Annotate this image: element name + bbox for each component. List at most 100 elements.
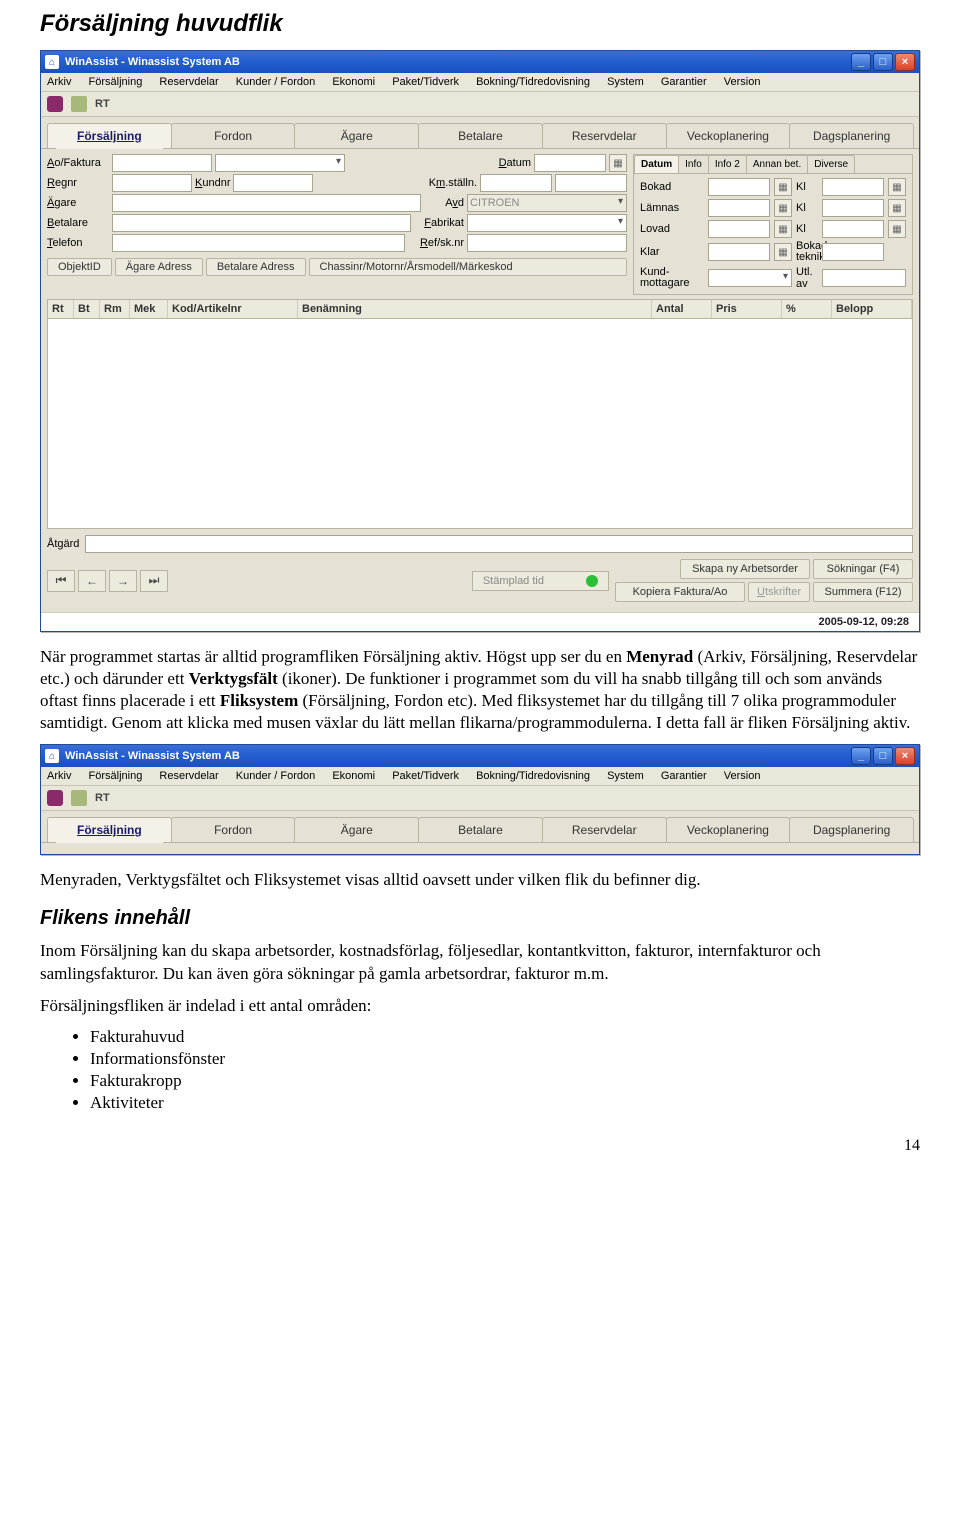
input-kmstalln[interactable] (480, 174, 552, 192)
nav-prev[interactable]: ← (78, 570, 106, 592)
rtab-datum[interactable]: Datum (634, 155, 679, 173)
tab2-reservdelar[interactable]: Reservdelar (542, 817, 667, 842)
menu-system[interactable]: System (607, 76, 644, 88)
input-telefon[interactable] (112, 234, 405, 252)
menu2-garantier[interactable]: Garantier (661, 770, 707, 782)
btn-betalare-adress[interactable]: Betalare Adress (206, 258, 306, 276)
col-rm[interactable]: Rm (100, 300, 130, 318)
rtab-info2[interactable]: Info 2 (708, 155, 747, 173)
calendar-icon[interactable]: ▦ (609, 154, 627, 172)
rtab-info[interactable]: Info (678, 155, 709, 173)
select-fabrikat[interactable] (467, 214, 627, 232)
calendar-icon-lamnas[interactable]: ▦ (774, 199, 792, 217)
select-avd[interactable]: CITROEN (467, 194, 627, 212)
btn-skapa[interactable]: Skapa ny Arbetsorder (680, 559, 810, 579)
menu-kunder[interactable]: Kunder / Fordon (236, 76, 316, 88)
tab-veckoplanering[interactable]: Veckoplanering (666, 123, 791, 148)
close-button[interactable]: × (895, 53, 915, 71)
menu2-ekonomi[interactable]: Ekonomi (332, 770, 375, 782)
tab-forsaljning[interactable]: Försäljning (47, 123, 172, 148)
menu2-kunder[interactable]: Kunder / Fordon (236, 770, 316, 782)
btn-utskrifter[interactable]: Utskrifter (748, 582, 810, 602)
menu2-forsaljning[interactable]: Försäljning (89, 770, 143, 782)
input-kundnr[interactable] (233, 174, 313, 192)
close-button-2[interactable]: × (895, 747, 915, 765)
nav-last[interactable]: ⏭ (140, 570, 168, 592)
menu-reservdelar[interactable]: Reservdelar (159, 76, 218, 88)
tab2-veckoplanering[interactable]: Veckoplanering (666, 817, 791, 842)
input-lovad[interactable] (708, 220, 770, 238)
db-icon[interactable] (47, 96, 63, 112)
col-benamning[interactable]: Benämning (298, 300, 652, 318)
input-regnr[interactable] (112, 174, 192, 192)
input-kl3[interactable] (822, 220, 884, 238)
input-agare[interactable] (112, 194, 421, 212)
tab2-dagsplanering[interactable]: Dagsplanering (789, 817, 914, 842)
input-aofaktura[interactable] (112, 154, 212, 172)
input-betalare[interactable] (112, 214, 411, 232)
minimize-button[interactable]: _ (851, 53, 871, 71)
tab2-agare[interactable]: Ägare (294, 817, 419, 842)
calendar-icon-kl2[interactable]: ▦ (888, 199, 906, 217)
input-bokad-tekniker[interactable] (822, 243, 884, 261)
db-icon-2[interactable] (47, 790, 63, 806)
input-klar[interactable] (708, 243, 770, 261)
input-lamnas[interactable] (708, 199, 770, 217)
menu-forsaljning[interactable]: Försäljning (89, 76, 143, 88)
tab-reservdelar[interactable]: Reservdelar (542, 123, 667, 148)
maximize-button[interactable]: □ (873, 53, 893, 71)
rt-button[interactable]: RT (95, 98, 110, 110)
clipboard-icon-2[interactable] (71, 790, 87, 806)
calendar-icon-bokad[interactable]: ▦ (774, 178, 792, 196)
rtab-diverse[interactable]: Diverse (807, 155, 855, 173)
tab2-fordon[interactable]: Fordon (171, 817, 296, 842)
calendar-icon-lovad[interactable]: ▦ (774, 220, 792, 238)
menu-garantier[interactable]: Garantier (661, 76, 707, 88)
select-aotype[interactable] (215, 154, 345, 172)
tab-dagsplanering[interactable]: Dagsplanering (789, 123, 914, 148)
tab2-betalare[interactable]: Betalare (418, 817, 543, 842)
nav-next[interactable]: → (109, 570, 137, 592)
tab-fordon[interactable]: Fordon (171, 123, 296, 148)
col-pct[interactable]: % (782, 300, 832, 318)
nav-first[interactable]: ⏮ (47, 570, 75, 592)
menu2-system[interactable]: System (607, 770, 644, 782)
col-belopp[interactable]: Belopp (832, 300, 912, 318)
input-utlav[interactable] (822, 269, 906, 287)
col-rt[interactable]: Rt (48, 300, 74, 318)
menu-version[interactable]: Version (724, 76, 761, 88)
calendar-icon-klar[interactable]: ▦ (774, 243, 792, 261)
col-pris[interactable]: Pris (712, 300, 782, 318)
input-kl2[interactable] (822, 199, 884, 217)
menu2-reservdelar[interactable]: Reservdelar (159, 770, 218, 782)
col-bt[interactable]: Bt (74, 300, 100, 318)
col-kod[interactable]: Kod/Artikelnr (168, 300, 298, 318)
menu-ekonomi[interactable]: Ekonomi (332, 76, 375, 88)
btn-sokningar[interactable]: Sökningar (F4) (813, 559, 913, 579)
clipboard-icon[interactable] (71, 96, 87, 112)
btn-summera[interactable]: Summera (F12) (813, 582, 913, 602)
rt-button-2[interactable]: RT (95, 792, 110, 804)
select-kundmottagare[interactable] (708, 269, 792, 287)
calendar-icon-kl3[interactable]: ▦ (888, 220, 906, 238)
btn-chassinr[interactable]: Chassinr/Motornr/Årsmodell/Märkeskod (309, 258, 628, 276)
btn-objektid[interactable]: ObjektID (47, 258, 112, 276)
menu2-bokning[interactable]: Bokning/Tidredovisning (476, 770, 590, 782)
btn-kopiera[interactable]: Kopiera Faktura/Ao (615, 582, 745, 602)
input-bokad[interactable] (708, 178, 770, 196)
col-mek[interactable]: Mek (130, 300, 168, 318)
input-atgard[interactable] (85, 535, 913, 553)
menu2-version[interactable]: Version (724, 770, 761, 782)
tab2-forsaljning[interactable]: Försäljning (47, 817, 172, 842)
menu-arkiv[interactable]: Arkiv (47, 76, 71, 88)
rtab-annan[interactable]: Annan bet. (746, 155, 808, 173)
grid-body[interactable] (47, 319, 913, 529)
menu2-arkiv[interactable]: Arkiv (47, 770, 71, 782)
menu2-paket[interactable]: Paket/Tidverk (392, 770, 459, 782)
btn-agare-adress[interactable]: Ägare Adress (115, 258, 203, 276)
input-datum[interactable] (534, 154, 606, 172)
menu-bokning[interactable]: Bokning/Tidredovisning (476, 76, 590, 88)
minimize-button-2[interactable]: _ (851, 747, 871, 765)
maximize-button-2[interactable]: □ (873, 747, 893, 765)
input-refsknr[interactable] (467, 234, 627, 252)
